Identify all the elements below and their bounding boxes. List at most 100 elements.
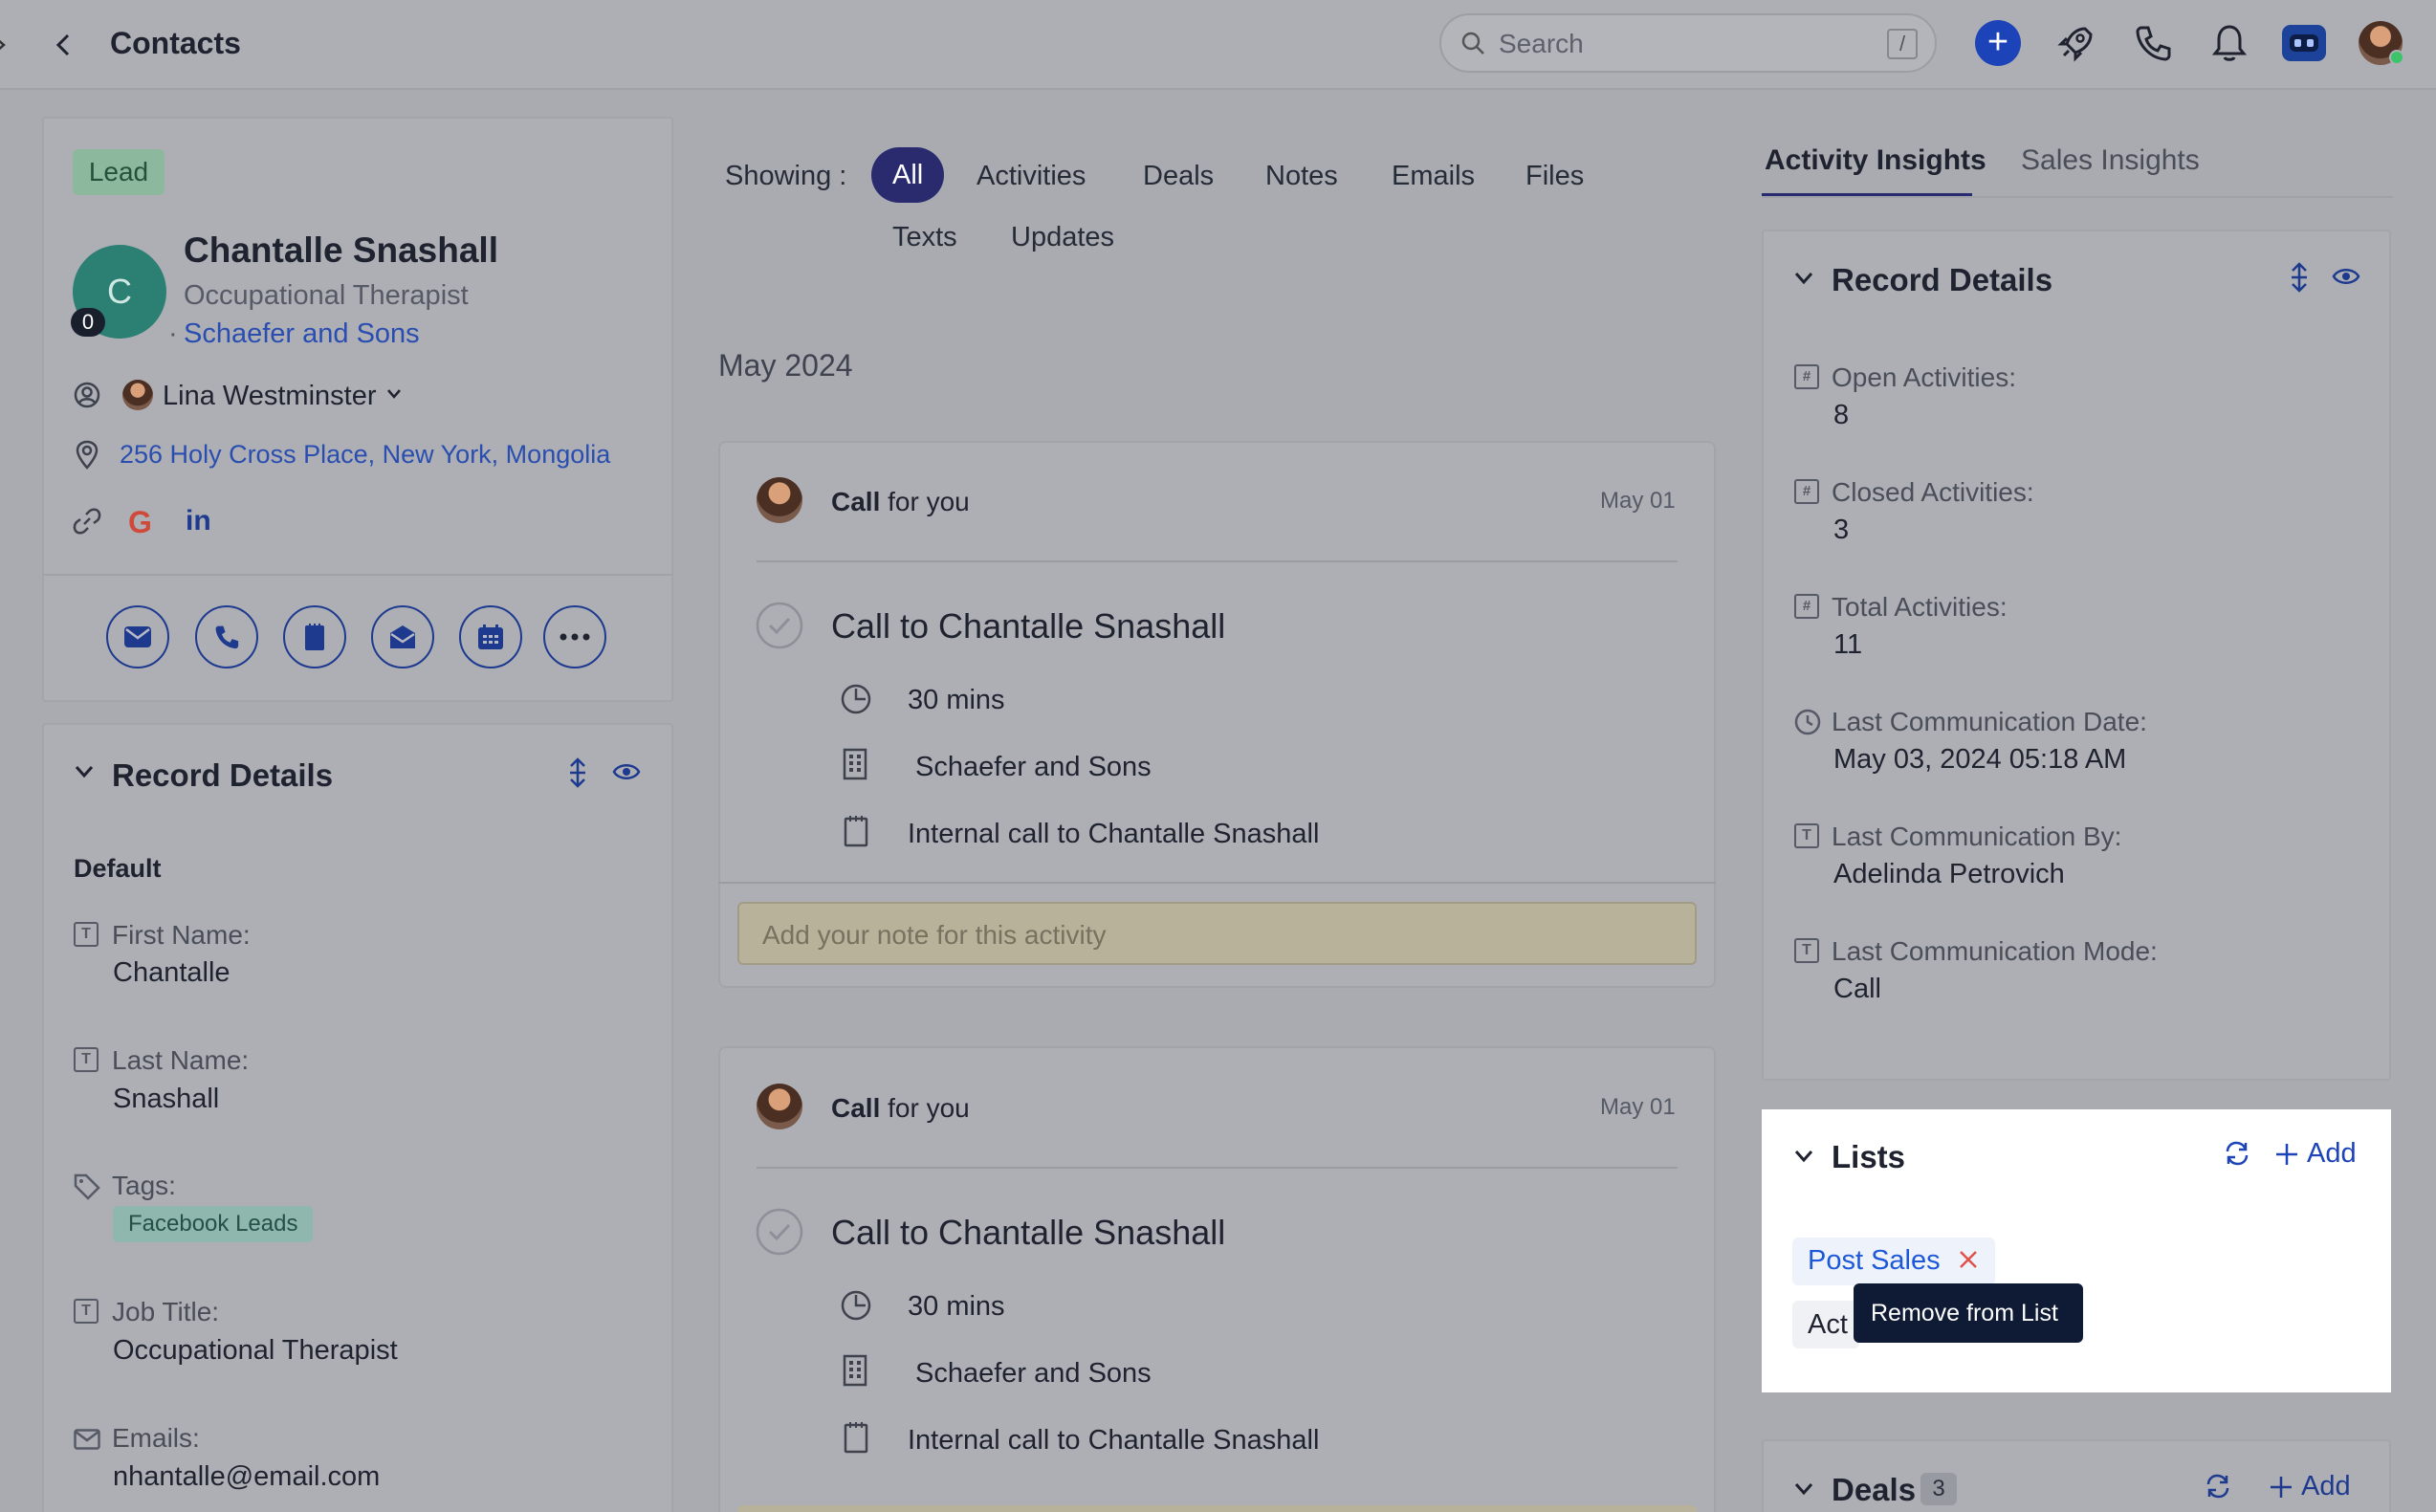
chevron-down-icon[interactable] bbox=[1794, 272, 1813, 285]
owner-avatar bbox=[122, 380, 153, 410]
sort-fields-icon[interactable] bbox=[2288, 262, 2311, 293]
tab-sales-insights[interactable]: Sales Insights bbox=[2021, 144, 2200, 177]
complete-check-icon[interactable] bbox=[755, 601, 804, 650]
text-field-icon: T bbox=[74, 922, 99, 947]
chevron-down-icon[interactable] bbox=[1794, 1150, 1813, 1163]
timeline-month: May 2024 bbox=[718, 348, 853, 383]
send-email-button[interactable] bbox=[371, 605, 434, 668]
text-field-icon: T bbox=[74, 1047, 99, 1072]
divider bbox=[757, 560, 1678, 562]
field-value: 3 bbox=[1833, 515, 1850, 545]
google-icon[interactable]: G bbox=[128, 505, 152, 540]
chevron-down-icon[interactable] bbox=[1794, 1482, 1813, 1496]
activity-title[interactable]: Call to Chantalle Snashall bbox=[831, 1213, 1225, 1253]
list-chip-label: Post Sales bbox=[1808, 1245, 1941, 1276]
filter-texts[interactable]: Texts bbox=[892, 222, 957, 253]
filter-files[interactable]: Files bbox=[1525, 161, 1584, 192]
list-chip[interactable]: Post Sales bbox=[1792, 1238, 1995, 1285]
envelope-open-icon bbox=[388, 624, 417, 650]
link-icon[interactable] bbox=[73, 507, 101, 536]
filter-notes[interactable]: Notes bbox=[1265, 161, 1338, 192]
top-bar: Contacts Search / + bbox=[0, 0, 2436, 90]
field-value[interactable]: Snashall bbox=[113, 1084, 219, 1115]
refresh-icon[interactable] bbox=[2224, 1140, 2250, 1167]
activity-note-input[interactable]: Add your note for this activity bbox=[737, 902, 1697, 965]
owner-icon bbox=[73, 381, 101, 409]
owner-name[interactable]: Lina Westminster bbox=[163, 381, 377, 412]
more-actions-button[interactable] bbox=[543, 605, 606, 668]
note-button[interactable] bbox=[283, 605, 346, 668]
tab-activity-insights[interactable]: Activity Insights bbox=[1765, 144, 1986, 177]
chevron-down-icon[interactable] bbox=[75, 765, 94, 778]
add-deal-button[interactable]: Add bbox=[2269, 1471, 2351, 1502]
search-input[interactable]: Search / bbox=[1439, 13, 1937, 73]
back-icon[interactable] bbox=[54, 33, 73, 57]
more-dots-icon bbox=[560, 633, 590, 641]
activity-note-input[interactable] bbox=[737, 1505, 1697, 1512]
complete-check-icon[interactable] bbox=[755, 1207, 804, 1257]
number-field-icon: # bbox=[1794, 479, 1819, 504]
filter-emails[interactable]: Emails bbox=[1392, 161, 1475, 192]
online-status-dot bbox=[2389, 50, 2404, 65]
schedule-button[interactable] bbox=[459, 605, 522, 668]
activity-title[interactable]: Call to Chantalle Snashall bbox=[831, 606, 1225, 646]
activity-type: Call bbox=[831, 487, 881, 516]
text-field-icon: T bbox=[74, 1299, 99, 1324]
search-shortcut-badge: / bbox=[1887, 29, 1918, 59]
deals-count-badge: 3 bbox=[1920, 1473, 1957, 1505]
remove-x-icon[interactable] bbox=[1957, 1248, 1980, 1271]
number-field-icon: # bbox=[1794, 594, 1819, 619]
status-badge: Lead bbox=[73, 149, 165, 195]
bell-icon[interactable] bbox=[2209, 22, 2249, 64]
eye-icon[interactable] bbox=[612, 761, 641, 782]
field-value[interactable]: Occupational Therapist bbox=[113, 1335, 398, 1367]
clock-icon bbox=[840, 683, 872, 715]
add-new-button[interactable]: + bbox=[1975, 20, 2021, 66]
email-button[interactable] bbox=[106, 605, 169, 668]
company-link[interactable]: Schaefer and Sons bbox=[184, 318, 420, 350]
assistant-bot-icon[interactable] bbox=[2282, 25, 2326, 61]
activity-duration: 30 mins bbox=[908, 1291, 1005, 1322]
filter-updates[interactable]: Updates bbox=[1011, 222, 1114, 253]
activity-assignee: for you bbox=[888, 487, 970, 516]
activity-company[interactable]: Schaefer and Sons bbox=[915, 752, 1152, 783]
field-value: May 03, 2024 05:18 AM bbox=[1833, 744, 2127, 775]
field-value[interactable]: Chantalle bbox=[113, 957, 230, 989]
call-button[interactable] bbox=[195, 605, 258, 668]
filter-activities[interactable]: Activities bbox=[977, 161, 1086, 192]
plus-icon bbox=[2274, 1142, 2299, 1167]
chevron-down-icon[interactable] bbox=[386, 388, 402, 400]
phone-icon[interactable] bbox=[2133, 23, 2173, 63]
activity-owner-avatar bbox=[757, 1084, 802, 1129]
tag-chip[interactable]: Facebook Leads bbox=[113, 1206, 314, 1242]
building-icon bbox=[842, 1354, 868, 1387]
linkedin-icon[interactable]: in bbox=[186, 505, 211, 537]
add-list-button[interactable]: Add bbox=[2274, 1138, 2357, 1170]
collapse-handle-icon[interactable] bbox=[0, 36, 6, 54]
filter-all[interactable]: All bbox=[871, 147, 945, 203]
add-label: Add bbox=[2301, 1471, 2351, 1501]
search-placeholder: Search bbox=[1499, 29, 1584, 58]
calendar-icon bbox=[477, 624, 504, 650]
rocket-icon[interactable] bbox=[2056, 23, 2096, 63]
field-label: Last Communication Mode: bbox=[1832, 936, 2158, 966]
page-title: Contacts bbox=[110, 26, 241, 60]
refresh-icon[interactable] bbox=[2205, 1473, 2231, 1500]
field-group-title: Default bbox=[74, 854, 162, 883]
tooltip-text: Remove from List bbox=[1871, 1300, 2058, 1326]
activity-header: Call for you bbox=[831, 1093, 970, 1124]
filter-label: Showing : bbox=[725, 161, 847, 191]
sort-fields-icon[interactable] bbox=[566, 757, 589, 788]
section-title: Record Details bbox=[112, 757, 334, 793]
filter-deals[interactable]: Deals bbox=[1143, 161, 1214, 192]
address-link[interactable]: 256 Holy Cross Place, New York, Mongolia bbox=[120, 440, 610, 470]
list-chip[interactable]: Act bbox=[1792, 1301, 1859, 1348]
eye-icon[interactable] bbox=[2332, 266, 2360, 287]
plus-icon bbox=[2269, 1475, 2293, 1500]
notepad-icon bbox=[844, 1421, 868, 1454]
remove-from-list-tooltip: Remove from List bbox=[1854, 1283, 2083, 1343]
activity-company[interactable]: Schaefer and Sons bbox=[915, 1358, 1152, 1390]
list-chip-label: Act bbox=[1808, 1309, 1848, 1340]
field-value[interactable]: nhantalle@email.com bbox=[113, 1461, 380, 1493]
field-value: Adelinda Petrovich bbox=[1833, 859, 2065, 889]
